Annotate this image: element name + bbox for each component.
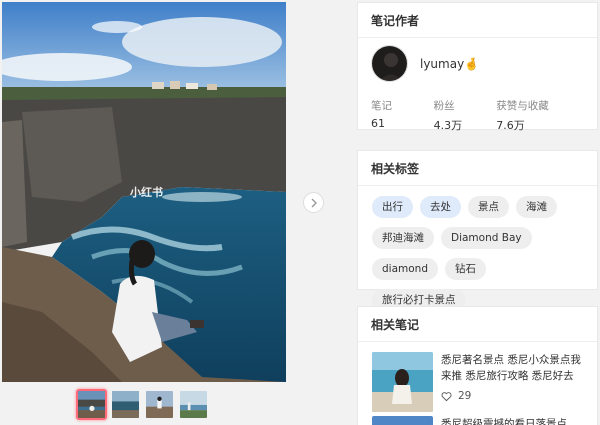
author-name[interactable]: lyumay🤞 [420,57,479,71]
note-likes-count: 29 [458,390,472,402]
stat-notes-label: 笔记 [371,100,392,112]
heart-icon[interactable] [441,391,452,402]
note-body: 悉尼著名景点 悉尼小众景点我来推 悉尼旅行攻略 悉尼好去 29 [441,352,586,412]
stat-likes-label: 获赞与收藏 [496,100,549,112]
note-title[interactable]: 悉尼超级震撼的看日落景点 [441,416,586,425]
note-title[interactable]: 悉尼著名景点 悉尼小众景点我来推 悉尼旅行攻略 悉尼好去 [441,352,586,384]
thumbnail-3[interactable] [144,389,175,420]
author-stats: 笔记 61 粉丝 4.3万 获赞与收藏 7.6万 [358,82,597,133]
tag-item[interactable]: 海滩 [516,196,557,218]
tag-item[interactable]: diamond [372,258,438,280]
thumbnail-strip [76,389,209,420]
tags-card-title: 相关标签 [358,151,597,186]
tag-item[interactable]: 钻石 [445,258,486,280]
tag-item[interactable]: 出行 [372,196,413,218]
tag-item[interactable]: 景点 [468,196,509,218]
author-card: 笔记作者 lyumay🤞 笔记 61 粉丝 4.3万 获赞与收藏 7.6万 [357,2,598,133]
thumbnail-2[interactable] [110,389,141,420]
note-thumbnail[interactable] [372,416,433,425]
related-note-item[interactable]: 悉尼著名景点 悉尼小众景点我来推 悉尼旅行攻略 悉尼好去 29 [358,342,597,412]
tag-item[interactable]: 邦迪海滩 [372,227,434,249]
tag-item[interactable]: 去处 [420,196,461,218]
author-name-emoji: 🤞 [464,56,480,71]
chevron-right-icon [311,198,317,207]
next-image-button[interactable] [303,192,324,213]
main-photo[interactable]: 小红书 [2,2,286,382]
thumbnail-1[interactable] [76,389,107,420]
related-note-item[interactable]: 悉尼超级震撼的看日落景点 [358,412,597,425]
stat-likes-value: 7.6万 [496,119,525,132]
stat-fans-value: 4.3万 [433,119,463,132]
related-notes-title: 相关笔记 [358,307,597,342]
stat-fans-label: 粉丝 [433,100,455,112]
thumbnail-4[interactable] [178,389,209,420]
author-card-title: 笔记作者 [358,3,597,38]
stat-likes: 获赞与收藏 7.6万 [496,98,584,133]
tags-card: 相关标签 出行 去处 景点 海滩 邦迪海滩 Diamond Bay diamon… [357,150,598,311]
tag-list: 出行 去处 景点 海滩 邦迪海滩 Diamond Bay diamond 钻石 … [358,186,597,311]
author-profile[interactable]: lyumay🤞 [358,38,597,82]
note-likes: 29 [441,390,586,402]
tag-item[interactable]: Diamond Bay [441,227,532,249]
author-name-text: lyumay [420,56,465,71]
note-body: 悉尼超级震撼的看日落景点 [441,416,586,425]
watermark-text: 小红书 [130,186,163,199]
note-thumbnail[interactable] [372,352,433,412]
stat-fans: 粉丝 4.3万 [434,98,497,133]
stat-notes: 笔记 61 [371,98,434,133]
related-notes-card: 相关笔记 悉尼著名景点 悉尼小众景点我来推 悉尼旅行攻略 悉尼好去 29 悉尼超… [357,306,598,425]
stat-notes-value: 61 [371,117,385,130]
avatar[interactable] [371,45,408,82]
